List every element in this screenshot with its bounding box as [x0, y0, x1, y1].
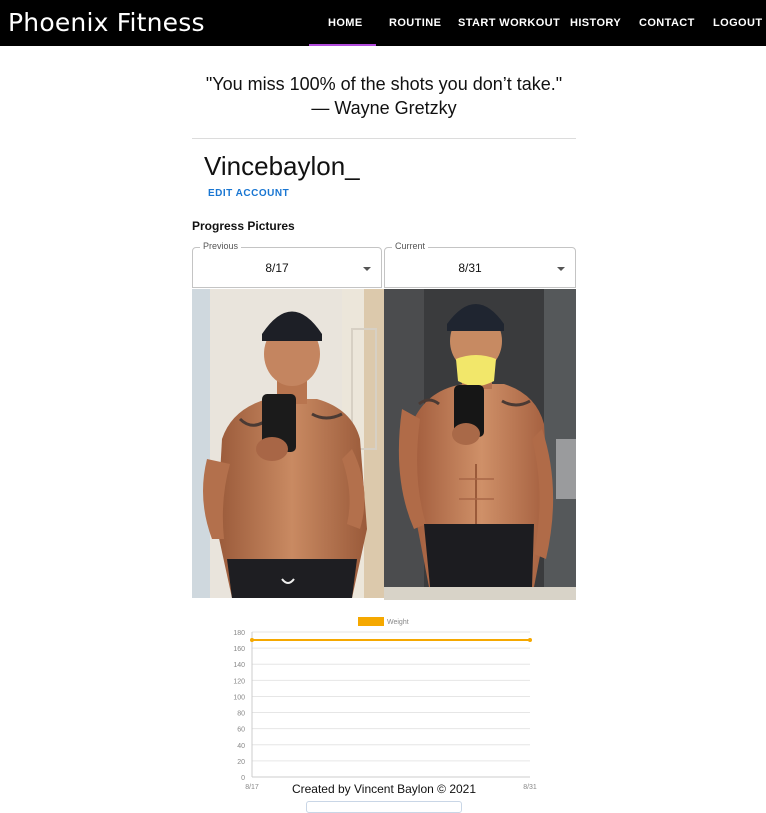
y-tick-label: 80	[237, 711, 245, 718]
previous-date-select[interactable]: Previous 8/17	[192, 241, 382, 288]
weight-chart-svg: 0204060801001201401601808/17 8/31Weight	[233, 617, 537, 791]
quote-author: — Wayne Gretzky	[311, 98, 457, 118]
edit-account-button[interactable]: EDIT ACCOUNT	[208, 188, 289, 199]
bottom-button-partial[interactable]	[306, 801, 462, 813]
previous-select-value: 8/17	[265, 261, 289, 275]
footer-credit: Created by Vincent Baylon © 2021	[291, 782, 477, 796]
legend-label: Weight	[387, 619, 409, 626]
nav-contact[interactable]: CONTACT	[639, 17, 695, 29]
data-point	[250, 638, 254, 643]
username-heading: Vincebaylon_	[204, 151, 360, 181]
nav-history[interactable]: HISTORY	[570, 17, 621, 29]
quote-text: "You miss 100% of the shots you don’t ta…	[205, 74, 563, 94]
progress-pictures-title: Progress Pictures	[192, 219, 295, 233]
legend-swatch	[358, 617, 384, 626]
y-tick-label: 100	[233, 694, 245, 701]
nav-routine[interactable]: ROUTINE	[389, 17, 441, 29]
chevron-down-icon	[363, 267, 371, 271]
active-tab-indicator	[309, 44, 376, 46]
previous-photo-illustration	[192, 289, 384, 598]
nav-start-workout[interactable]: START WORKOUT	[458, 17, 560, 29]
data-point	[528, 638, 532, 643]
previous-progress-photo	[192, 289, 384, 598]
y-tick-label: 140	[233, 662, 245, 669]
previous-select-label: Previous	[200, 241, 242, 251]
y-tick-label: 120	[233, 678, 245, 685]
divider	[192, 138, 576, 139]
y-tick-label: 180	[233, 630, 245, 637]
current-select-label: Current	[392, 241, 429, 251]
nav-home[interactable]: HOME	[328, 17, 363, 29]
chevron-down-icon	[557, 267, 565, 271]
current-photo-illustration	[384, 289, 576, 600]
motivational-quote: "You miss 100% of the shots you don’t ta…	[192, 72, 576, 120]
current-select-value: 8/31	[458, 261, 482, 275]
y-tick-label: 20	[237, 759, 245, 766]
brand-logo[interactable]: Phoenix Fitness	[8, 8, 205, 37]
y-tick-label: 0	[241, 775, 245, 782]
y-tick-label: 160	[233, 646, 245, 653]
current-progress-photo	[384, 289, 576, 600]
current-date-select[interactable]: Current 8/31	[384, 241, 576, 288]
weight-chart: 0 20 40 60 80 100 120 140 160 180 8/17 8/31 Weight	[228, 614, 542, 794]
y-tick-label: 40	[237, 743, 245, 750]
y-tick-label: 60	[237, 727, 245, 734]
top-navbar: Phoenix Fitness HOME ROUTINE START WORKO…	[0, 0, 766, 46]
nav-logout[interactable]: LOGOUT	[713, 17, 762, 29]
